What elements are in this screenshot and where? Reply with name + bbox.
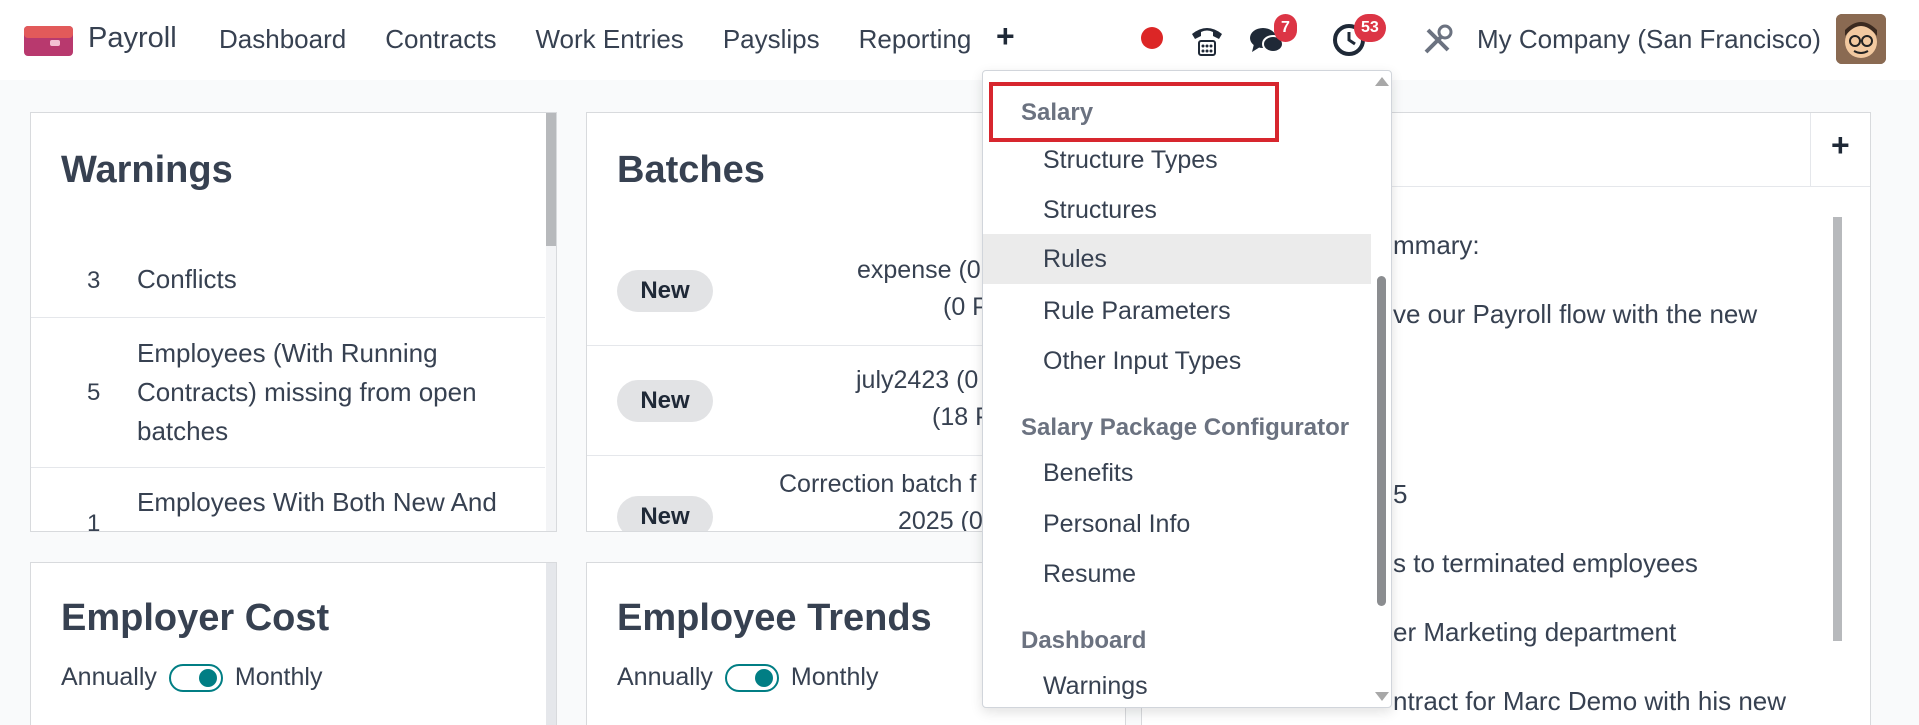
warnings-title: Warnings [61,149,233,191]
warnings-scroll-thumb[interactable] [546,113,556,246]
employee-trends-period-toggle: Annually Monthly [617,663,878,692]
batch-status-badge: New [617,270,713,312]
dropdown-item-rules[interactable]: Rules [983,234,1371,284]
employer-cost-card: Employer Cost Annually Monthly [30,562,557,725]
plus-icon: + [1831,127,1850,163]
warning-row[interactable]: 5 Employees (With Running Contracts) mis… [31,318,545,468]
payroll-app-icon[interactable] [24,22,73,58]
note-line: ntract for Marc Demo with his new [1393,686,1787,716]
dropdown-item-resume[interactable]: Resume [983,549,1371,599]
period-switch[interactable] [168,663,223,692]
dropdown-item-structures[interactable]: Structures [983,185,1371,235]
batch-status-badge: New [617,380,713,422]
dropdown-section-dashboard: Dashboard [1021,627,1147,654]
warning-count: 3 [87,267,101,294]
warning-label: Employees With Both New And Running Cont… [137,487,497,531]
dropdown-scroll-thumb[interactable] [1377,276,1386,606]
notes-add-button[interactable]: + [1810,113,1870,187]
warning-count: 5 [87,379,101,406]
menu-work-entries[interactable]: Work Entries [535,24,683,55]
warning-row[interactable]: 1 Employees With Both New And Running Co… [31,468,545,532]
batch-name: july2423 (0 [856,366,979,394]
menu-dashboard[interactable]: Dashboard [219,24,346,55]
dropdown-item-warnings[interactable]: Warnings [983,661,1371,707]
note-line: s to terminated employees [1393,548,1698,578]
dropdown-item-structure-types[interactable]: Structure Types [983,135,1371,185]
employer-cost-period-toggle: Annually Monthly [61,663,322,692]
employee-trends-title: Employee Trends [617,597,932,639]
dropdown-item-other-input-types[interactable]: Other Input Types [983,336,1371,386]
note-line: ve our Payroll flow with the new [1393,299,1758,329]
notes-scrollbar[interactable] [1833,217,1842,641]
monthly-label: Monthly [234,663,323,691]
menu-contracts[interactable]: Contracts [385,24,496,55]
tools-icon[interactable] [1420,22,1456,58]
batch-name: Correction batch f [779,470,977,498]
note-line: mmary: [1393,230,1480,260]
salary-highlight-annotation [989,82,1279,142]
batches-title: Batches [617,149,765,191]
note-line: er Marketing department [1393,617,1677,647]
monthly-label: Monthly [790,663,879,691]
dropdown-item-personal-info[interactable]: Personal Info [983,499,1371,549]
menu-payslips[interactable]: Payslips [723,24,820,55]
period-switch[interactable] [724,663,779,692]
warning-label: Conflicts [137,264,237,294]
dropdown-section-salary-package-configurator: Salary Package Configurator [1021,414,1350,441]
batch-status-badge: New [617,496,713,531]
dropdown-scrollbar[interactable] [1371,71,1391,707]
activities-badge: 53 [1354,14,1386,42]
configuration-dropdown: Salary Structure Types Structures Rules … [982,70,1392,708]
note-line: 5 [1393,479,1408,509]
messages-badge: 7 [1274,14,1297,42]
app-name[interactable]: Payroll [88,22,177,55]
user-avatar[interactable] [1836,14,1886,64]
company-switcher[interactable]: My Company (San Francisco) [1477,24,1821,55]
top-navbar: Payroll Dashboard Contracts Work Entries… [0,0,1919,80]
warning-label: Employees (With Running Contracts) missi… [137,338,477,446]
scroll-up-arrow-icon[interactable] [1375,77,1389,86]
batch-count: 2025 (0 [898,507,983,532]
annually-label: Annually [617,663,713,691]
employer-cost-title: Employer Cost [61,597,330,639]
scroll-down-arrow-icon[interactable] [1375,692,1389,701]
annually-label: Annually [61,663,157,691]
add-menu-plus-icon[interactable]: + [996,18,1015,55]
menu-reporting[interactable]: Reporting [859,24,972,55]
warnings-scrollbar[interactable] [546,113,556,531]
dropdown-item-rule-parameters[interactable]: Rule Parameters [983,286,1371,336]
batch-name: expense (0 [857,256,981,284]
warnings-card: Warnings 3 Conflicts 5 Employees (With R… [30,112,557,532]
status-dot-icon[interactable] [1141,27,1163,49]
warning-count: 1 [87,510,101,532]
dropdown-item-benefits[interactable]: Benefits [983,448,1371,498]
employer-cost-scrollbar[interactable] [546,563,556,725]
phone-icon[interactable] [1189,22,1225,58]
warning-row[interactable]: 3 Conflicts [31,241,545,318]
main-menu: Dashboard Contracts Work Entries Payslip… [219,24,1010,55]
